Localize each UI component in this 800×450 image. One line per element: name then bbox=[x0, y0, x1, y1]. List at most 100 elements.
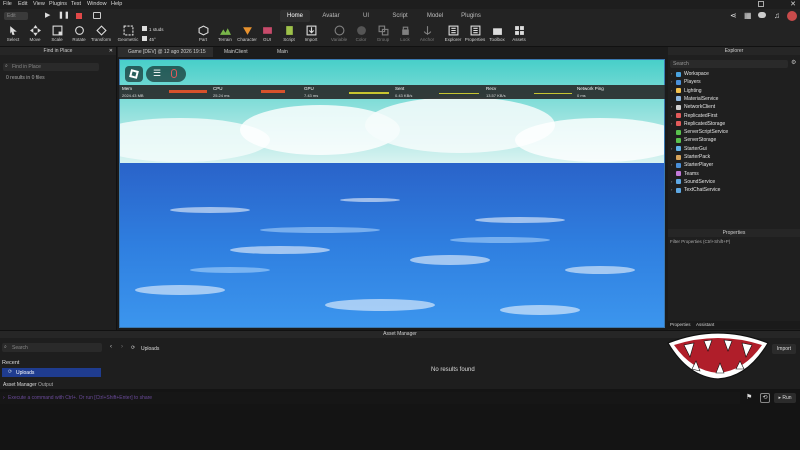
chevron-right-icon[interactable]: › bbox=[671, 178, 672, 186]
explorer-item[interactable]: › StarterPlayer bbox=[668, 161, 800, 169]
menu-view[interactable]: View bbox=[33, 1, 45, 7]
command-bar[interactable]: › Execute a command with Ctrl+. Or run [… bbox=[0, 392, 740, 404]
explorer-item[interactable]: ServerStorage bbox=[668, 136, 800, 144]
tab-avatar[interactable]: Avatar bbox=[316, 10, 346, 22]
roblox-menu-button[interactable] bbox=[125, 66, 143, 82]
service-icon bbox=[676, 71, 681, 77]
grid-icon[interactable]: ▦ bbox=[744, 11, 752, 20]
checkbox-icon bbox=[142, 36, 147, 41]
tab-properties[interactable]: Properties bbox=[670, 322, 691, 327]
notifications-icon[interactable]: ♫ bbox=[774, 11, 780, 20]
snap-degrees-value: 45° bbox=[149, 37, 156, 42]
explorer-item[interactable]: › Workspace bbox=[668, 70, 800, 78]
tab-plugins[interactable]: Plugins bbox=[456, 10, 486, 22]
explorer-item[interactable]: › Players bbox=[668, 78, 800, 86]
chevron-right-icon[interactable]: › bbox=[671, 120, 672, 128]
forward-icon[interactable]: › bbox=[121, 344, 123, 350]
tab-game[interactable]: Game [DEV] @ 12 ago 2026 19:15 bbox=[118, 47, 213, 57]
share-icon[interactable]: ⋖ bbox=[730, 11, 737, 20]
tab-ui[interactable]: UI bbox=[352, 10, 380, 22]
explorer-search-input[interactable]: Search bbox=[670, 60, 788, 68]
stop-icon[interactable] bbox=[76, 13, 82, 19]
explorer-item[interactable]: StarterPack bbox=[668, 153, 800, 161]
menu-edit[interactable]: Edit bbox=[18, 1, 27, 7]
explorer-item[interactable]: › ReplicatedFirst bbox=[668, 112, 800, 120]
tab-asset-manager[interactable]: Asset Manager bbox=[3, 382, 37, 388]
explorer-item-label: Workspace bbox=[684, 71, 709, 77]
import-button[interactable]: Import bbox=[772, 344, 796, 354]
menu-help[interactable]: Help bbox=[111, 1, 122, 7]
close-icon[interactable]: ✕ bbox=[790, 0, 796, 8]
minimize-icon[interactable] bbox=[758, 1, 764, 7]
cube-icon bbox=[198, 25, 208, 36]
tab-main[interactable]: Main bbox=[267, 47, 307, 57]
chevron-right-icon[interactable]: › bbox=[671, 186, 672, 194]
chevron-right-icon[interactable]: › bbox=[671, 87, 672, 95]
cloud-icon[interactable] bbox=[758, 12, 766, 18]
explorer-item[interactable]: › SoundService bbox=[668, 178, 800, 186]
stat-graph bbox=[439, 93, 479, 94]
menu-window[interactable]: Window bbox=[87, 1, 107, 7]
explorer-title: Explorer bbox=[724, 48, 744, 54]
uploads-folder[interactable]: ⟳ Uploads bbox=[2, 368, 101, 377]
assets-tool[interactable]: Assets bbox=[506, 24, 532, 46]
explorer-item-label: Lighting bbox=[684, 87, 702, 94]
explorer-item[interactable]: ServerScriptService bbox=[668, 128, 800, 136]
tab-model[interactable]: Model bbox=[421, 10, 449, 22]
tab-script[interactable]: Script bbox=[386, 10, 414, 22]
find-in-place-input[interactable]: ⌕ Find in Place bbox=[3, 63, 99, 71]
anchor-tool[interactable]: Anchor bbox=[414, 24, 440, 46]
back-icon[interactable]: ‹ bbox=[110, 344, 112, 350]
properties-header: Properties bbox=[668, 229, 800, 237]
transform-tool[interactable]: Transform bbox=[88, 24, 114, 46]
explorer-item[interactable]: MaterialService bbox=[668, 95, 800, 103]
snap-studs-field[interactable]: 1 studs bbox=[142, 26, 182, 34]
snap-degrees-field[interactable]: 45° bbox=[142, 36, 182, 44]
import-tool[interactable]: Import bbox=[298, 24, 324, 46]
asset-search-input[interactable]: ⌕ Search bbox=[2, 343, 102, 352]
tab-home[interactable]: Home bbox=[280, 10, 310, 22]
tab-assistant[interactable]: Assistant bbox=[696, 322, 714, 327]
explorer-item[interactable]: › Lighting bbox=[668, 87, 800, 95]
microphone-icon[interactable] bbox=[171, 69, 177, 78]
tab-mainclient[interactable]: MainClient bbox=[214, 47, 266, 57]
explorer-item[interactable]: › NetworkClient bbox=[668, 103, 800, 111]
explorer-item[interactable]: › ReplicatedStorage bbox=[668, 120, 800, 128]
chevron-right-icon[interactable]: › bbox=[671, 70, 672, 78]
filter-icon[interactable]: ⚙ bbox=[791, 59, 796, 66]
pause-icon[interactable]: ❚❚ bbox=[58, 11, 70, 19]
toolbox-icon bbox=[492, 28, 502, 35]
bookmark-icon[interactable]: ⚑ bbox=[746, 393, 752, 401]
mode-dropdown[interactable]: Edit bbox=[4, 12, 28, 20]
hamburger-button[interactable]: ☰ bbox=[146, 66, 186, 82]
chevron-right-icon[interactable]: › bbox=[671, 145, 672, 153]
chevron-right-icon[interactable]: › bbox=[671, 161, 672, 169]
breadcrumb[interactable]: Uploads bbox=[141, 346, 159, 352]
run-button[interactable]: ▸ Run bbox=[774, 393, 796, 403]
group-icon bbox=[378, 25, 388, 36]
service-icon bbox=[676, 79, 681, 85]
service-icon bbox=[676, 121, 681, 127]
chevron-right-icon[interactable]: › bbox=[671, 103, 672, 111]
chevron-right-icon[interactable]: › bbox=[671, 78, 672, 86]
menu-file[interactable]: File bbox=[3, 1, 12, 7]
tab-output[interactable]: Output bbox=[38, 382, 53, 388]
history-icon[interactable]: ⟲ bbox=[760, 393, 770, 403]
viewport-tabs: Game [DEV] @ 12 ago 2026 19:15 MainClien… bbox=[118, 47, 668, 57]
device-icon[interactable] bbox=[93, 12, 101, 19]
terrain-icon bbox=[219, 28, 231, 35]
stat-label: Recv bbox=[486, 86, 497, 91]
game-viewport[interactable] bbox=[119, 59, 665, 328]
explorer-item[interactable]: Teams bbox=[668, 170, 800, 178]
play-icon[interactable]: ▶ bbox=[45, 11, 50, 19]
geometric-tool[interactable]: Geometric bbox=[115, 24, 141, 46]
stat-value: 25.24 ms bbox=[213, 93, 230, 98]
avatar[interactable] bbox=[787, 11, 797, 21]
menu-test[interactable]: Test bbox=[71, 1, 81, 7]
menu-plugins[interactable]: Plugins bbox=[49, 1, 67, 7]
explorer-item[interactable]: › StarterGui bbox=[668, 145, 800, 153]
chevron-right-icon[interactable]: › bbox=[671, 112, 672, 120]
properties-filter-input[interactable]: Filter Properties (Ctrl+Shift+P) bbox=[670, 239, 730, 244]
close-icon[interactable]: ✕ bbox=[109, 47, 113, 55]
explorer-item[interactable]: › TextChatService bbox=[668, 186, 800, 194]
